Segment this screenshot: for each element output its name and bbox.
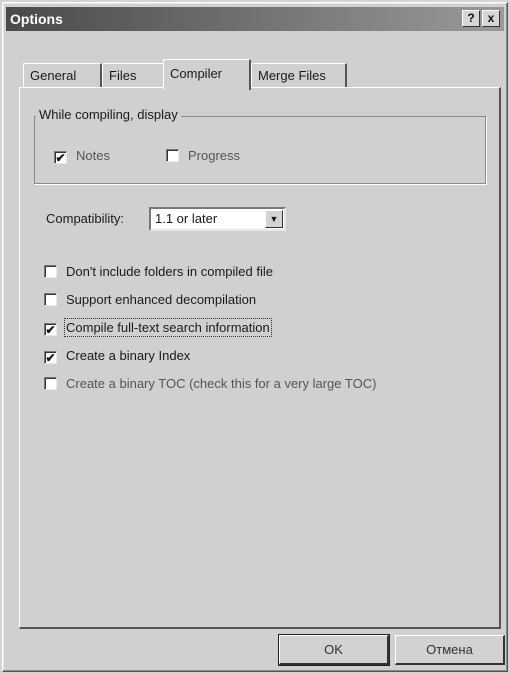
compiler-panel: While compiling, display ✔ Notes Progress…: [19, 87, 501, 629]
notes-checkbox[interactable]: ✔ Notes: [54, 148, 110, 164]
tab-compiler[interactable]: Compiler: [163, 59, 251, 90]
option-binary-toc[interactable]: Create a binary TOC (check this for a ve…: [44, 376, 376, 391]
tab-general-label: General: [30, 68, 77, 83]
full-text-search-label: Compile full-text search information: [64, 318, 272, 337]
option-full-text-search[interactable]: ✔ Compile full-text search information: [44, 318, 272, 337]
binary-toc-label: Create a binary TOC (check this for a ve…: [66, 376, 377, 391]
title-bar[interactable]: Options ? x: [6, 7, 504, 31]
cancel-button[interactable]: Отмена: [395, 635, 505, 665]
compatibility-value: 1.1 or later: [155, 211, 218, 226]
tab-merge-files-label: Merge Files: [258, 68, 326, 83]
tab-compiler-label: Compiler: [170, 66, 223, 81]
progress-check-box[interactable]: [166, 149, 179, 162]
groupbox-legend: While compiling, display: [36, 107, 181, 122]
notes-check-box[interactable]: ✔: [54, 151, 67, 164]
tab-general[interactable]: General: [23, 63, 102, 89]
notes-label: Notes: [76, 148, 110, 163]
tab-files[interactable]: Files: [102, 63, 168, 89]
compatibility-label: Compatibility:: [46, 211, 125, 226]
options-dialog: Options ? x General Files Merge Files Co…: [2, 2, 508, 672]
help-button[interactable]: ?: [462, 10, 480, 27]
close-button[interactable]: x: [482, 10, 500, 27]
enhanced-decompilation-label: Support enhanced decompilation: [66, 292, 257, 307]
progress-checkbox[interactable]: Progress: [166, 148, 240, 163]
dont-include-folders-check-box[interactable]: [44, 265, 57, 278]
dropdown-arrow-icon[interactable]: ▼: [265, 210, 283, 228]
tab-files-label: Files: [109, 68, 137, 83]
full-text-search-check-box[interactable]: ✔: [44, 323, 57, 336]
compatibility-select[interactable]: 1.1 or later ▼: [149, 207, 286, 231]
option-dont-include-folders[interactable]: Don't include folders in compiled file: [44, 264, 273, 279]
enhanced-decompilation-check-box[interactable]: [44, 293, 57, 306]
binary-toc-check-box[interactable]: [44, 377, 57, 390]
option-enhanced-decompilation[interactable]: Support enhanced decompilation: [44, 292, 256, 307]
window-title: Options: [10, 11, 63, 27]
binary-index-label: Create a binary Index: [66, 348, 191, 363]
tab-strip: General Files Merge Files Compiler: [15, 59, 505, 90]
option-binary-index[interactable]: ✔ Create a binary Index: [44, 348, 190, 364]
ok-button[interactable]: OK: [278, 634, 390, 666]
dont-include-folders-label: Don't include folders in compiled file: [66, 264, 273, 279]
progress-label: Progress: [188, 148, 241, 163]
tab-merge-files[interactable]: Merge Files: [251, 63, 347, 89]
binary-index-check-box[interactable]: ✔: [44, 351, 57, 364]
